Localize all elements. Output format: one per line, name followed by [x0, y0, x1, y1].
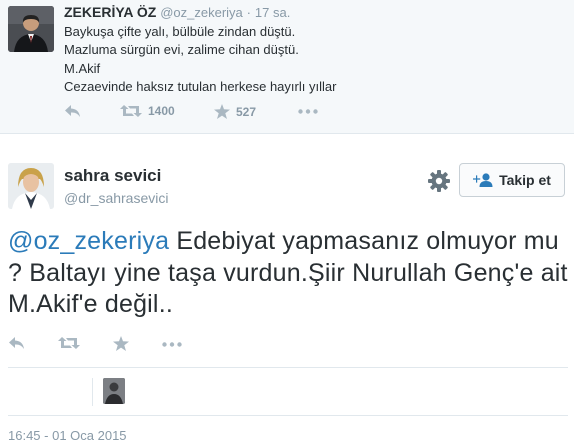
favorited-by-strip [92, 378, 133, 406]
tweet-actions: 1400 527 [64, 104, 364, 124]
author-name[interactable]: ZEKERİYA ÖZ [64, 4, 156, 20]
favorite-button[interactable] [113, 336, 129, 351]
gear-icon [428, 170, 450, 192]
tweet-actions [8, 336, 208, 358]
follow-button[interactable]: Takip et [459, 163, 565, 197]
avatar[interactable] [8, 163, 54, 209]
author-handle[interactable]: @dr_sahrasevici [64, 190, 168, 206]
follow-label: Takip et [499, 172, 551, 188]
retweet-icon [120, 105, 142, 117]
retweet-button[interactable] [58, 336, 80, 350]
divider [8, 415, 568, 416]
more-button[interactable] [162, 342, 182, 347]
gear-button[interactable] [428, 170, 450, 192]
author-name[interactable]: sahra sevici [64, 166, 161, 186]
avatar[interactable] [103, 378, 125, 404]
avatar[interactable] [8, 6, 54, 52]
separator: · [246, 5, 252, 20]
add-user-icon [473, 173, 493, 187]
tweet-text: @oz_zekeriya Edebiyat yapmasanız olmuyor… [8, 226, 568, 321]
star-icon [113, 336, 129, 351]
more-dots-icon [298, 109, 318, 114]
retweet-button[interactable]: 1400 [120, 104, 175, 118]
reply-icon [65, 105, 80, 117]
tweet-timestamp[interactable]: 16:45 - 01 Oca 2015 [8, 428, 127, 443]
star-icon [214, 104, 230, 119]
tweet-line: M.Akif [64, 60, 101, 76]
tweet-time[interactable]: 17 sa. [255, 5, 290, 20]
reply-button[interactable] [8, 336, 25, 350]
retweet-icon [58, 337, 80, 349]
tweet-text: Baykuşa çifte yalı, bülbüle zindan düştü… [64, 23, 336, 96]
more-dots-icon [162, 342, 182, 347]
retweet-count: 1400 [148, 104, 175, 118]
previous-tweet: ZEKERİYA ÖZ @oz_zekeriya · 17 sa. Baykuş… [0, 0, 574, 134]
reply-button[interactable] [64, 104, 81, 118]
author-handle[interactable]: @oz_zekeriya [160, 5, 243, 20]
favorite-count: 527 [236, 104, 257, 119]
mention-link[interactable]: @oz_zekeriya [8, 227, 169, 255]
more-button[interactable] [298, 109, 318, 114]
divider [8, 367, 568, 368]
favorite-button[interactable]: 527 [214, 104, 256, 119]
tweet-line: Cezaevinde haksız tutulan herkese hayırl… [64, 78, 337, 94]
tweet-line: Baykuşa çifte yalı, bülbüle zindan düştü… [64, 24, 296, 39]
reply-icon [9, 337, 24, 349]
tweet-header: ZEKERİYA ÖZ @oz_zekeriya · 17 sa. [64, 4, 290, 20]
tweet-line: Mazluma sürgün evi, zalime cihan düştü. [64, 42, 299, 58]
